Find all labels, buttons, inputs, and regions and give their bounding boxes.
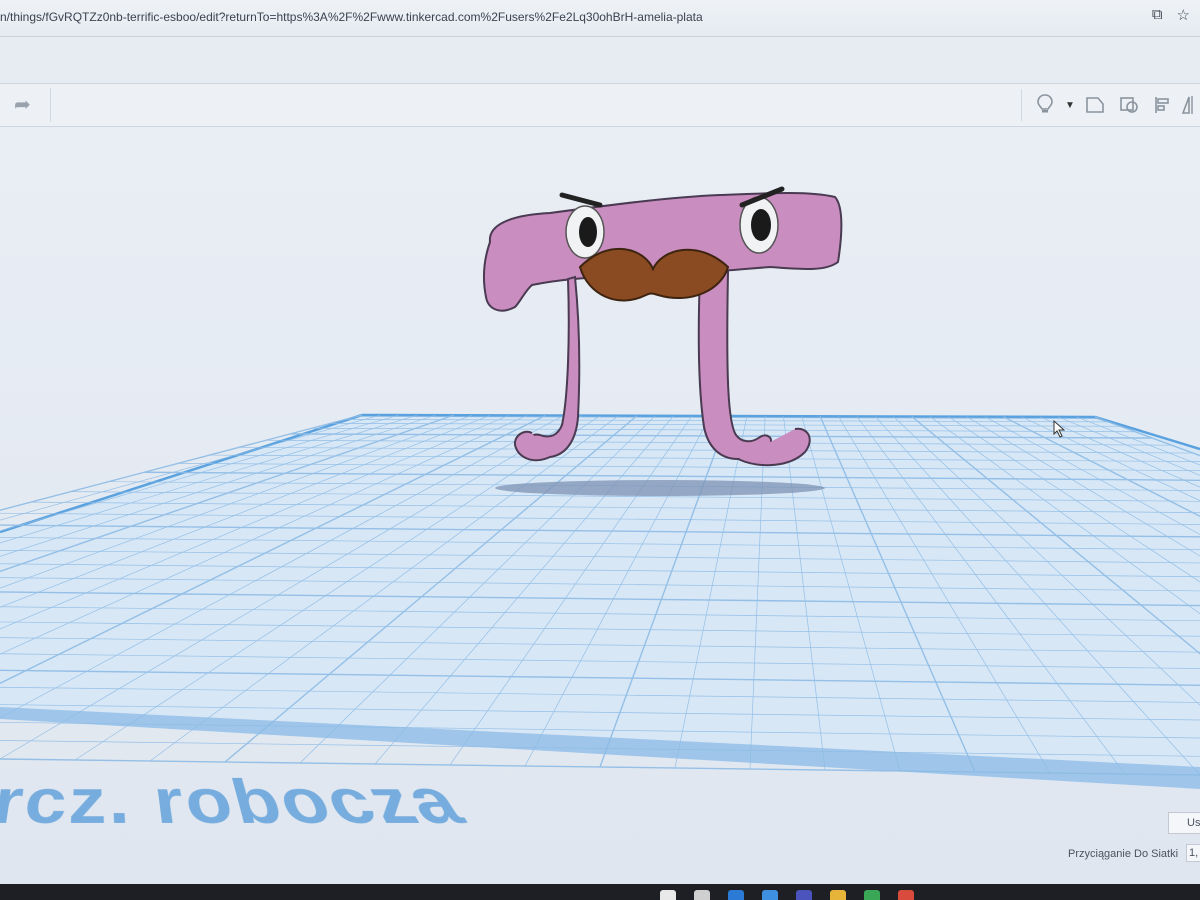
app-header	[0, 37, 1200, 84]
snap-grid-select[interactable]: 1,	[1186, 844, 1200, 862]
taskbar-icons	[660, 890, 914, 900]
address-bar[interactable]: n/things/fGvRQTZz0nb-terrific-esboo/edit…	[0, 0, 1200, 37]
bookmark-add-icon[interactable]: ⧉	[1152, 6, 1163, 24]
address-bar-icons: ⧉ ☆	[1152, 6, 1190, 24]
group-icon[interactable]	[1112, 90, 1146, 120]
store-icon[interactable]	[762, 890, 778, 900]
edge-browser-icon[interactable]	[728, 890, 744, 900]
search-icon[interactable]	[694, 890, 710, 900]
align-icon[interactable]	[1146, 90, 1180, 120]
lightbulb-icon[interactable]	[1028, 90, 1062, 120]
dropdown-arrow-icon[interactable]: ▼	[1062, 90, 1078, 120]
mouse-cursor-icon	[1053, 419, 1066, 443]
snap-grid-label: Przyciąganie Do Siatki	[1068, 848, 1179, 860]
os-taskbar	[0, 884, 1200, 900]
pi-character-model[interactable]	[470, 177, 860, 507]
teams-icon[interactable]	[796, 890, 812, 900]
shape-outline-icon[interactable]	[1078, 90, 1112, 120]
toolbar-right-group: ▼	[1021, 89, 1200, 121]
url-text[interactable]: n/things/fGvRQTZz0nb-terrific-esboo/edit…	[0, 10, 703, 24]
chrome-profile-icon[interactable]	[898, 890, 914, 900]
file-explorer-icon[interactable]	[830, 890, 846, 900]
editor-toolbar: ➦ ▼	[0, 84, 1200, 127]
toolbar-divider	[50, 88, 51, 122]
mirror-icon[interactable]	[1180, 90, 1200, 120]
toolbar-divider	[1021, 89, 1022, 121]
units-field[interactable]: Us	[1168, 812, 1200, 834]
redo-icon[interactable]: ➦	[14, 92, 31, 117]
start-menu-icon[interactable]	[660, 890, 676, 900]
workplane-label: rcz. robocza	[0, 767, 480, 838]
star-icon[interactable]: ☆	[1177, 6, 1190, 24]
chrome-browser-icon[interactable]	[864, 890, 880, 900]
3d-viewport[interactable]: rcz. robocza	[0, 127, 1200, 900]
